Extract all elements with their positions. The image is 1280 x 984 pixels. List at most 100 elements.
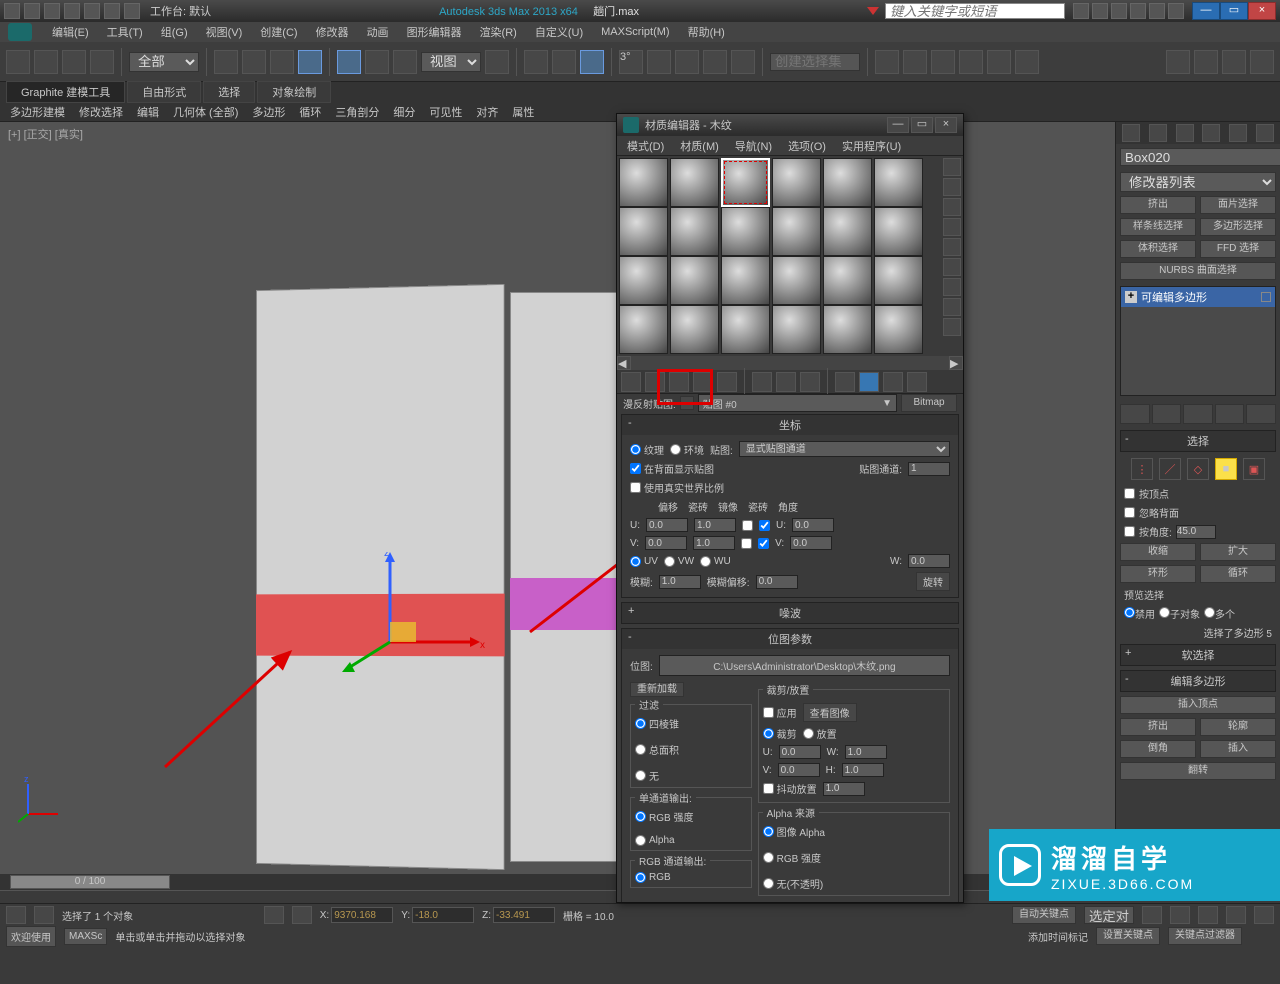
reload-button[interactable]: 重新加载 bbox=[630, 682, 684, 697]
ic-btn[interactable] bbox=[1168, 3, 1184, 19]
slot[interactable] bbox=[619, 207, 668, 256]
qat-btn[interactable] bbox=[24, 3, 40, 19]
w-angle[interactable] bbox=[908, 554, 950, 568]
me-side-btn[interactable] bbox=[943, 238, 961, 256]
btn-insvert[interactable]: 插入顶点 bbox=[1120, 696, 1276, 714]
crop-w[interactable] bbox=[845, 745, 887, 759]
motion-tab-icon[interactable] bbox=[1202, 124, 1220, 142]
snap-edge-button[interactable] bbox=[703, 50, 727, 74]
ribbon-tab-selection[interactable]: 选择 bbox=[203, 81, 255, 103]
render2-button[interactable] bbox=[1250, 50, 1274, 74]
play-icon[interactable] bbox=[1198, 906, 1218, 924]
v-offset[interactable] bbox=[645, 536, 687, 550]
qat-btn[interactable] bbox=[104, 3, 120, 19]
renderset-button[interactable] bbox=[1166, 50, 1190, 74]
v-tiling[interactable] bbox=[693, 536, 735, 550]
rad-none2[interactable] bbox=[763, 878, 774, 889]
btn-grow[interactable]: 扩大 bbox=[1200, 543, 1276, 561]
ic-btn[interactable] bbox=[1149, 3, 1165, 19]
me-titlebar[interactable]: 材质编辑器 - 木纹 — ▭ × bbox=[617, 114, 963, 136]
rad-imgalpha[interactable] bbox=[763, 826, 774, 837]
snap-pct-button[interactable] bbox=[647, 50, 671, 74]
menu-grapheditors[interactable]: 图形编辑器 bbox=[399, 22, 470, 42]
so-vertex[interactable]: ⋮ bbox=[1131, 458, 1153, 480]
stack-ctrl[interactable] bbox=[1183, 404, 1213, 424]
align-button[interactable] bbox=[903, 50, 927, 74]
ic-btn[interactable] bbox=[1130, 3, 1146, 19]
menu-modifiers[interactable]: 修改器 bbox=[308, 22, 357, 42]
play-next-icon[interactable] bbox=[1226, 906, 1246, 924]
slot[interactable] bbox=[772, 256, 821, 305]
stack-ctrl[interactable] bbox=[1246, 404, 1276, 424]
me-side-btn[interactable] bbox=[943, 218, 961, 236]
crop-v[interactable] bbox=[778, 763, 820, 777]
stack-ctrl[interactable] bbox=[1215, 404, 1245, 424]
u-mirror[interactable] bbox=[742, 520, 753, 531]
chk-showbg[interactable] bbox=[630, 463, 641, 474]
rad-sat[interactable] bbox=[635, 744, 646, 755]
link-button[interactable] bbox=[62, 50, 86, 74]
slot[interactable] bbox=[619, 158, 668, 207]
stack-ctrl[interactable] bbox=[1120, 404, 1150, 424]
me-tb-opt[interactable] bbox=[776, 372, 796, 392]
maptype-button[interactable]: Bitmap bbox=[901, 394, 957, 412]
btn-shrink[interactable]: 收缩 bbox=[1120, 543, 1196, 561]
rotate-button[interactable]: 旋转 bbox=[916, 572, 950, 591]
slot[interactable] bbox=[874, 207, 923, 256]
rotate-button[interactable] bbox=[365, 50, 389, 74]
manipulate-button[interactable] bbox=[524, 50, 548, 74]
rsub-props[interactable]: 属性 bbox=[506, 102, 540, 122]
addtime-label[interactable]: 添加时间标记 bbox=[1028, 929, 1088, 944]
slot[interactable] bbox=[670, 207, 719, 256]
rsub-tri[interactable]: 三角剖分 bbox=[329, 102, 385, 122]
refcoord-select[interactable]: 视图 bbox=[421, 52, 481, 72]
move-button[interactable] bbox=[337, 50, 361, 74]
rad-crop[interactable] bbox=[763, 728, 774, 739]
slot[interactable] bbox=[823, 305, 872, 354]
renderframe-button[interactable] bbox=[1194, 50, 1218, 74]
slot[interactable] bbox=[823, 158, 872, 207]
me-tb-pick[interactable] bbox=[621, 372, 641, 392]
chk-byvertex[interactable] bbox=[1124, 488, 1135, 499]
btn-bevel[interactable]: 倒角 bbox=[1120, 740, 1196, 758]
me-tb-goforward[interactable] bbox=[883, 372, 903, 392]
rsub-geom[interactable]: 几何体 (全部) bbox=[167, 102, 244, 122]
menu-help[interactable]: 帮助(H) bbox=[680, 22, 733, 42]
selset-field[interactable] bbox=[1084, 906, 1134, 924]
me-side-btn[interactable] bbox=[943, 258, 961, 276]
me-tb-goparent[interactable] bbox=[835, 372, 855, 392]
rad-env[interactable] bbox=[670, 444, 681, 455]
schematic-button[interactable] bbox=[987, 50, 1011, 74]
bitmap-path-button[interactable]: C:\Users\Administrator\Desktop\木纹.png bbox=[659, 655, 950, 676]
rad-none[interactable] bbox=[635, 770, 646, 781]
utility-tab-icon[interactable] bbox=[1256, 124, 1274, 142]
rad-texture[interactable] bbox=[630, 444, 641, 455]
me-close[interactable]: × bbox=[935, 117, 957, 133]
btn-facesel[interactable]: 面片选择 bbox=[1200, 196, 1276, 214]
rsub-poly[interactable]: 多边形 bbox=[246, 102, 291, 122]
qat-btn[interactable] bbox=[64, 3, 80, 19]
u-offset[interactable] bbox=[646, 518, 688, 532]
me-minimize[interactable]: — bbox=[887, 117, 909, 133]
stack-item-editpoly[interactable]: +可编辑多边形 bbox=[1121, 287, 1275, 307]
object-name-input[interactable] bbox=[1120, 148, 1280, 166]
workspace-label[interactable]: 工作台: 默认 bbox=[150, 3, 211, 19]
layers-button[interactable] bbox=[931, 50, 955, 74]
modifier-list-select[interactable]: 修改器列表 bbox=[1120, 172, 1276, 192]
hierarchy-tab-icon[interactable] bbox=[1176, 124, 1194, 142]
me-menu-options[interactable]: 选项(O) bbox=[782, 136, 832, 156]
menu-views[interactable]: 视图(V) bbox=[198, 22, 251, 42]
rad-place[interactable] bbox=[803, 728, 814, 739]
slot[interactable] bbox=[874, 305, 923, 354]
keyboard-button[interactable] bbox=[552, 50, 576, 74]
slot[interactable] bbox=[874, 256, 923, 305]
btn-extrude2[interactable]: 挤出 bbox=[1120, 718, 1196, 736]
chk-realworld[interactable] bbox=[630, 482, 641, 493]
app-menu-icon[interactable] bbox=[8, 23, 32, 41]
welcome-tag[interactable]: 欢迎使用 bbox=[6, 926, 56, 947]
keyfilter-button[interactable]: 关键点过滤器 bbox=[1168, 927, 1242, 945]
so-border[interactable]: ◇ bbox=[1187, 458, 1209, 480]
scale-button[interactable] bbox=[393, 50, 417, 74]
me-tb-show[interactable] bbox=[752, 372, 772, 392]
me-menu-util[interactable]: 实用程序(U) bbox=[836, 136, 907, 156]
